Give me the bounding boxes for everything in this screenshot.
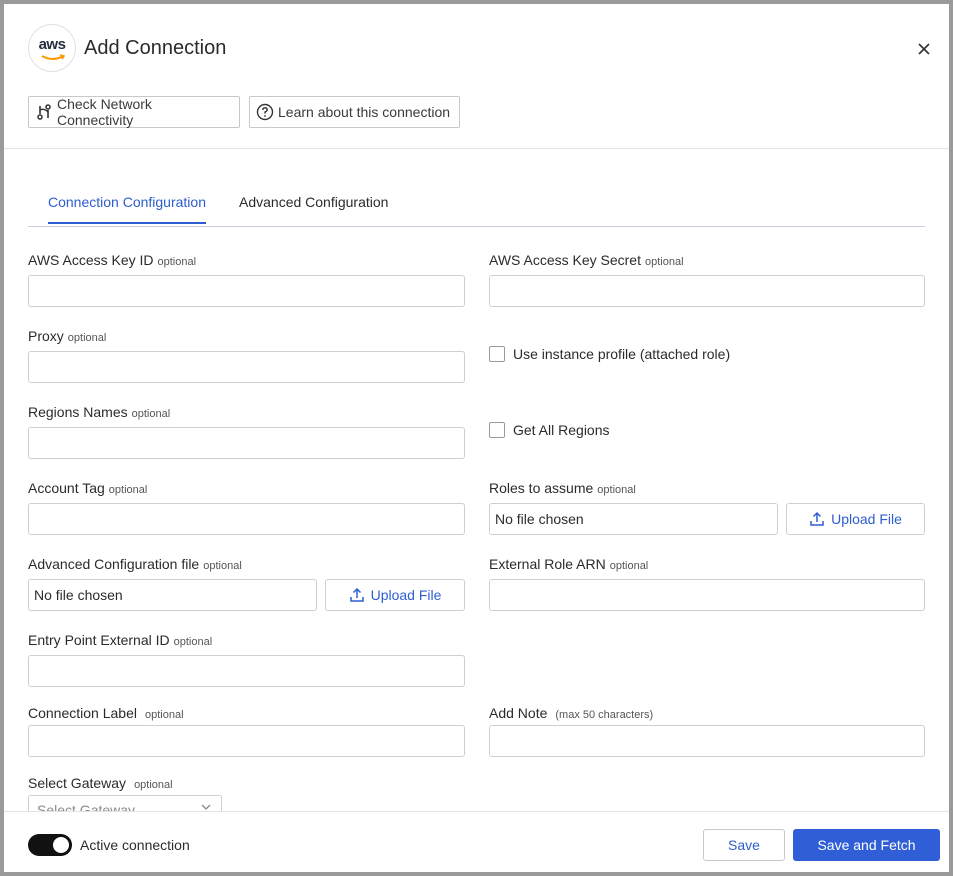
checkbox-box[interactable]	[489, 346, 505, 362]
select-gateway-label-text: Select Gateway	[28, 775, 127, 791]
save-button[interactable]: Save	[703, 829, 785, 861]
external-role-arn-label-text: External Role ARN	[489, 556, 606, 572]
upload-icon	[810, 511, 824, 526]
check-network-label: Check Network Connectivity	[57, 96, 152, 128]
instance-profile-checkbox[interactable]: Use instance profile (attached role)	[489, 346, 730, 362]
optional-tag: optional	[644, 256, 684, 268]
optional-tag: optional	[144, 709, 184, 721]
optional-tag: optional	[108, 484, 148, 496]
account-tag-label: Account Tag optional	[28, 480, 147, 496]
aws-smile-icon	[41, 54, 65, 60]
all-regions-label: Get All Regions	[513, 422, 610, 438]
add-note-input[interactable]	[489, 725, 925, 757]
advanced-config-upload-button[interactable]: Upload File	[325, 579, 465, 611]
entry-point-external-id-input[interactable]	[28, 655, 465, 687]
connection-label-input[interactable]	[28, 725, 465, 757]
all-regions-checkbox[interactable]: Get All Regions	[489, 422, 610, 438]
external-role-arn-input[interactable]	[489, 579, 925, 611]
add-note-hint: (max 50 characters)	[555, 709, 654, 721]
optional-tag: optional	[609, 560, 649, 572]
add-note-label-text: Add Note	[489, 705, 548, 721]
optional-tag: optional	[597, 484, 636, 496]
tab-connection-configuration[interactable]: Connection Configuration	[48, 194, 206, 224]
dialog-title: Add Connection	[84, 37, 227, 59]
regions-names-label-text: Regions Names	[28, 404, 128, 420]
advanced-config-file-label-text: Advanced Configuration file	[28, 556, 200, 572]
instance-profile-label: Use instance profile (attached role)	[513, 346, 731, 362]
help-icon	[256, 103, 274, 121]
optional-tag: optional	[173, 636, 213, 648]
active-connection-label: Active connection	[80, 837, 190, 853]
external-role-arn-label: External Role ARN optional	[489, 556, 648, 572]
dialog-header: aws Add Connection Check Network Connect…	[4, 4, 949, 149]
checkbox-box[interactable]	[489, 422, 505, 438]
access-key-id-label: AWS Access Key ID optional	[28, 252, 196, 268]
learn-connection-label: Learn about this connection	[278, 104, 451, 120]
advanced-config-file-status: No file chosen	[28, 579, 317, 611]
account-tag-label-text: Account Tag	[28, 480, 105, 496]
account-tag-input[interactable]	[28, 503, 465, 535]
roles-to-assume-label: Roles to assume optional	[489, 480, 636, 496]
optional-tag: optional	[67, 332, 107, 344]
close-button[interactable]	[912, 37, 936, 61]
advanced-config-file-label: Advanced Configuration file optional	[28, 556, 242, 572]
toggle-knob	[53, 837, 69, 853]
proxy-label-text: Proxy	[28, 328, 64, 344]
save-and-fetch-button[interactable]: Save and Fetch	[793, 829, 940, 861]
access-key-secret-label: AWS Access Key Secret optional	[489, 252, 684, 268]
connection-label-label-text: Connection Label	[28, 705, 137, 721]
aws-logo: aws	[28, 24, 76, 72]
dialog-footer: Active connection Save Save and Fetch	[4, 811, 949, 872]
roles-file-status: No file chosen	[489, 503, 778, 535]
entry-point-external-id-label-text: Entry Point External ID	[28, 632, 170, 648]
aws-logo-text: aws	[38, 36, 66, 53]
connection-label-label: Connection Label optional	[28, 705, 184, 721]
add-note-label: Add Note (max 50 characters)	[489, 705, 653, 721]
add-connection-dialog: aws Add Connection Check Network Connect…	[4, 4, 949, 872]
access-key-id-label-text: AWS Access Key ID	[28, 252, 154, 268]
tab-advanced-configuration[interactable]: Advanced Configuration	[239, 194, 388, 222]
optional-tag: optional	[134, 779, 173, 791]
access-key-secret-label-text: AWS Access Key Secret	[489, 252, 641, 268]
regions-names-input[interactable]	[28, 427, 465, 459]
advanced-config-upload-label: Upload File	[370, 587, 442, 603]
roles-upload-button[interactable]: Upload File	[786, 503, 925, 535]
network-icon	[35, 103, 53, 121]
regions-names-label: Regions Names optional	[28, 404, 170, 420]
optional-tag: optional	[157, 256, 197, 268]
chevron-down-icon	[201, 804, 211, 810]
close-icon	[918, 43, 930, 55]
proxy-label: Proxy optional	[28, 328, 106, 344]
learn-connection-button[interactable]: Learn about this connection	[249, 96, 460, 128]
roles-upload-label: Upload File	[831, 511, 902, 527]
optional-tag: optional	[131, 408, 171, 420]
active-connection-toggle[interactable]	[28, 834, 72, 856]
proxy-input[interactable]	[28, 351, 465, 383]
select-gateway-label: Select Gateway optional	[28, 775, 173, 791]
entry-point-external-id-label: Entry Point External ID optional	[28, 632, 212, 648]
upload-icon	[349, 587, 364, 602]
access-key-secret-input[interactable]	[489, 275, 925, 307]
access-key-id-input[interactable]	[28, 275, 465, 307]
check-network-button[interactable]: Check Network Connectivity	[28, 96, 240, 128]
config-tabs: Connection Configuration Advanced Config…	[28, 182, 925, 227]
optional-tag: optional	[203, 560, 242, 572]
roles-to-assume-label-text: Roles to assume	[489, 480, 594, 496]
